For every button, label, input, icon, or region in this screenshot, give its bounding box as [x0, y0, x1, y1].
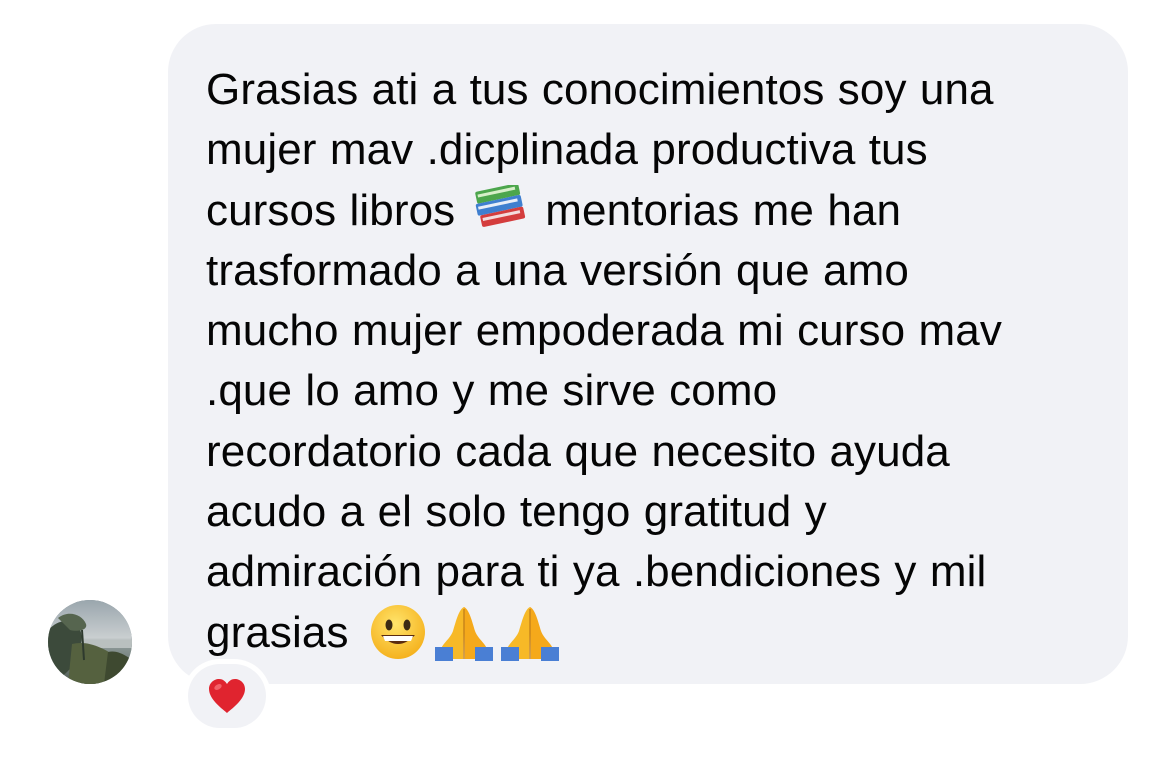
message-thread: Grasias ati a tus conocimientos soy una … [0, 0, 1160, 760]
grinning-face-emoji-icon [369, 603, 427, 661]
message-line: mujer mav .dicplinada productiva tus [206, 125, 928, 175]
sender-avatar[interactable] [48, 600, 132, 684]
folded-hands-emoji-icon [434, 603, 493, 661]
message-line: grasias [206, 603, 1088, 663]
message-reaction[interactable] [184, 660, 270, 732]
message-line: recordatorio cada que necesito ayuda [206, 426, 950, 476]
books-emoji-icon [473, 184, 529, 233]
message-line: cursos libros mentorias me han [206, 181, 1088, 241]
message-line: admiración para ti ya .bendiciones y mil [206, 547, 987, 597]
message-line: acudo a el solo tengo gratitud y [206, 487, 827, 537]
message-line-part: cursos libros [206, 185, 456, 235]
reaction-pill [188, 664, 266, 728]
message-line: .que lo amo y me sirve como [206, 366, 778, 416]
message-line: mucho mujer empoderada mi curso mav [206, 306, 1002, 356]
avatar-photo-icon [48, 600, 132, 684]
message-line-part: grasias [206, 607, 349, 657]
message-line: Grasias ati a tus conocimientos soy una [206, 65, 994, 114]
message-line: trasformado a una versión que amo [206, 245, 909, 295]
message-line-part: mentorias me han [545, 185, 902, 235]
red-heart-icon [209, 679, 245, 713]
folded-hands-emoji-icon [500, 603, 559, 661]
message-text: Grasias ati a tus conocimientos soy una … [206, 60, 1088, 663]
received-message-bubble[interactable]: Grasias ati a tus conocimientos soy una … [168, 24, 1128, 684]
